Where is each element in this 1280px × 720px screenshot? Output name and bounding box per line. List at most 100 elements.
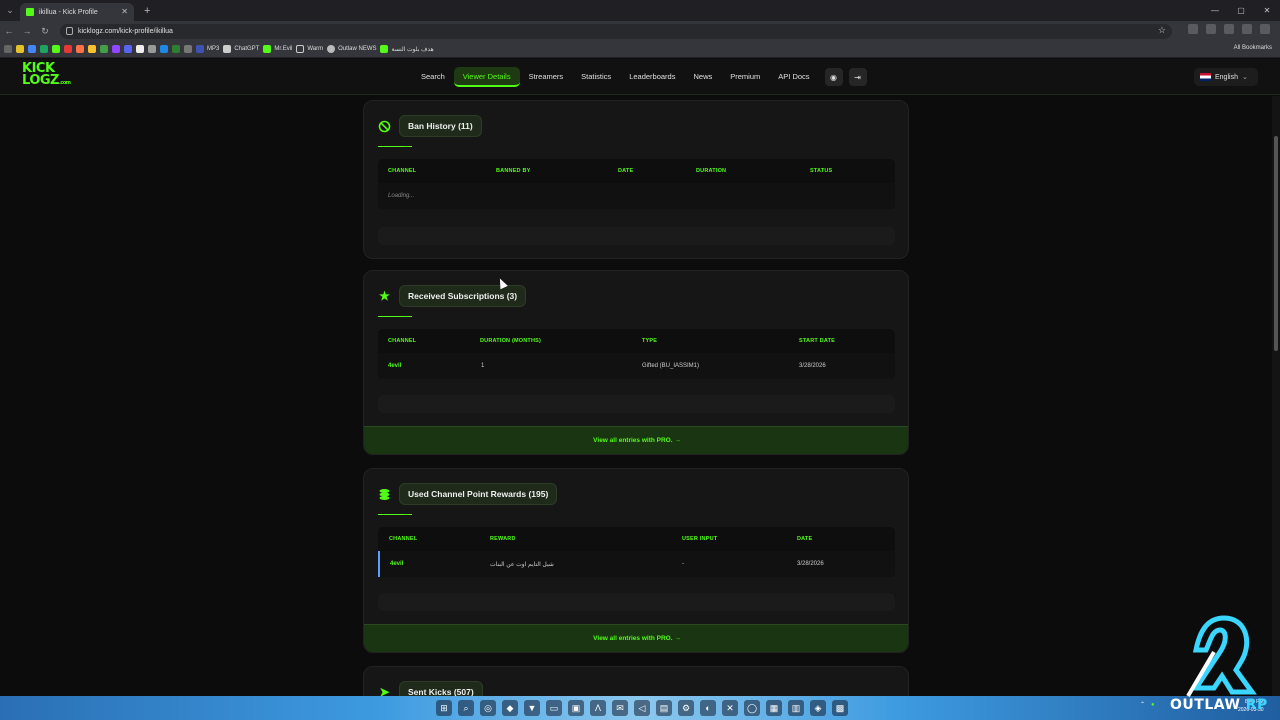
app-icon[interactable]: ✉ (612, 700, 628, 716)
bookmark-icon[interactable] (16, 45, 24, 53)
bookmark-icon[interactable] (28, 45, 36, 53)
tray-status-icon[interactable]: ● (1151, 702, 1155, 708)
all-bookmarks[interactable]: All Bookmarks (1234, 45, 1272, 51)
column-header[interactable]: TYPE (642, 338, 657, 344)
site-info-icon[interactable] (66, 27, 73, 35)
bookmark-icon[interactable] (40, 45, 48, 53)
title-underline (378, 316, 412, 317)
bookmark-star-icon[interactable]: ☆ (1158, 25, 1166, 36)
app-icon[interactable]: ✕ (722, 700, 738, 716)
bookmark-icon[interactable] (172, 45, 180, 53)
view-all-pro-link[interactable]: View all entries with PRO. → (364, 426, 908, 454)
tray-expand-icon[interactable]: ⌃ (1140, 701, 1145, 708)
column-header[interactable]: DURATION (MONTHS) (480, 338, 541, 344)
bookmark-icon[interactable] (136, 45, 144, 53)
nav-leaderboards[interactable]: Leaderboards (620, 67, 684, 87)
app-icon[interactable]: ▣ (568, 700, 584, 716)
apps-icon[interactable] (4, 45, 12, 53)
reload-icon[interactable]: ↻ (36, 26, 54, 37)
nav-search[interactable]: Search (412, 67, 454, 87)
app-icon[interactable]: Λ (590, 700, 606, 716)
channel-link[interactable]: 4evil (390, 561, 403, 567)
edge-icon[interactable]: ◐ (700, 700, 716, 716)
close-tab-icon[interactable]: ✕ (121, 7, 128, 16)
chatgpt-icon (223, 45, 232, 53)
scrollbar-thumb[interactable] (1274, 136, 1278, 351)
app-icon[interactable]: ▤ (656, 700, 672, 716)
site-logo[interactable]: KICK LOGZ.com (22, 62, 71, 91)
language-selector[interactable]: English ⌄ (1194, 68, 1258, 86)
back-icon[interactable]: ← (0, 26, 18, 36)
column-header[interactable]: DATE (618, 168, 633, 174)
forward-icon[interactable]: → (18, 26, 36, 36)
bookmark-arabic[interactable]: هدف بلوت النسة (380, 45, 434, 53)
brave-icon[interactable]: ▼ (524, 700, 540, 716)
discord-icon[interactable]: ◉ (824, 68, 843, 86)
column-header[interactable]: STATUS (810, 168, 832, 174)
vscode-icon[interactable]: ◁ (634, 700, 650, 716)
column-header[interactable]: CHANNEL (389, 536, 417, 542)
bookmark-icon[interactable] (148, 45, 156, 53)
url-field[interactable]: kicklogz.com/kick-profile/ikillua ☆ (60, 24, 1172, 39)
bookmark-mrevil[interactable]: Mr.Evil (263, 45, 292, 53)
bookmark-icon[interactable] (76, 45, 84, 53)
new-tab-button[interactable]: + (144, 5, 150, 17)
column-header[interactable]: DATE (797, 536, 812, 542)
bookmark-icon[interactable] (160, 45, 168, 53)
tab-search-icon[interactable]: ⌄ (0, 0, 20, 21)
column-header[interactable]: CHANNEL (388, 168, 416, 174)
nav-statistics[interactable]: Statistics (572, 67, 620, 87)
minimize-icon[interactable]: — (1202, 6, 1228, 15)
app-icon[interactable]: ◈ (810, 700, 826, 716)
bookmark-icon[interactable] (52, 45, 60, 53)
bookmark-icon[interactable] (112, 45, 120, 53)
view-all-pro-link[interactable]: View all entries with PRO. → (364, 624, 908, 652)
steam-icon[interactable]: ⚙ (678, 700, 694, 716)
bookmark-chatgpt[interactable]: ChatGPT (223, 45, 259, 53)
app-icon[interactable]: ▥ (788, 700, 804, 716)
card-header: Ban History (11) (378, 115, 482, 137)
app-icon[interactable]: ▩ (832, 700, 848, 716)
page-scrollbar[interactable] (1272, 96, 1280, 696)
nav-premium[interactable]: Premium (721, 67, 769, 87)
table-row: 4evil شيل التايم اوت عن البنات - 3/28/20… (378, 551, 895, 577)
profile-avatar-icon[interactable] (1242, 24, 1252, 34)
bookmark-icon[interactable] (100, 45, 108, 53)
bookmark-icon[interactable] (88, 45, 96, 53)
bookmark-icon[interactable] (184, 45, 192, 53)
bookmark-icon[interactable] (124, 45, 132, 53)
bookmark-mp3[interactable]: MP3 (196, 45, 219, 53)
column-header[interactable]: CHANNEL (388, 338, 416, 344)
browser-tab[interactable]: ikillua - Kick Profile ✕ (20, 3, 134, 21)
nav-api-docs[interactable]: API Docs (769, 67, 818, 87)
bookmark-outlaw-news[interactable]: Outlaw NEWS (327, 45, 376, 53)
nav-news[interactable]: News (684, 67, 721, 87)
app-icon[interactable]: ◯ (744, 700, 760, 716)
search-icon[interactable]: ⌕ (458, 700, 474, 716)
extension-icon[interactable] (1206, 24, 1216, 34)
nav-streamers[interactable]: Streamers (520, 67, 573, 87)
app-icon[interactable]: ◆ (502, 700, 518, 716)
bookmark-warm[interactable]: Warm (296, 45, 323, 53)
column-header[interactable]: START DATE (799, 338, 835, 344)
bookmark-icon (263, 45, 272, 53)
star-icon: ★ (379, 289, 390, 303)
app-icon[interactable]: ▦ (766, 700, 782, 716)
table-header: CHANNEL DURATION (MONTHS) TYPE START DAT… (378, 329, 895, 353)
windows-start-icon[interactable]: ⊞ (436, 700, 452, 716)
chrome-icon[interactable]: ◎ (480, 700, 496, 716)
column-header[interactable]: BANNED BY (496, 168, 531, 174)
login-icon[interactable]: ⇥ (848, 68, 867, 86)
bookmark-icon[interactable] (64, 45, 72, 53)
extensions-puzzle-icon[interactable] (1224, 24, 1234, 34)
column-header[interactable]: REWARD (490, 536, 516, 542)
column-header[interactable]: USER INPUT (682, 536, 717, 542)
extension-icon[interactable] (1188, 24, 1198, 34)
close-window-icon[interactable]: ✕ (1254, 6, 1280, 15)
maximize-icon[interactable]: ▢ (1228, 6, 1254, 15)
column-header[interactable]: DURATION (696, 168, 726, 174)
folder-icon[interactable]: ▭ (546, 700, 562, 716)
nav-viewer-details[interactable]: Viewer Details (453, 67, 520, 87)
menu-dots-icon[interactable] (1260, 24, 1270, 34)
channel-link[interactable]: 4evil (388, 363, 401, 369)
